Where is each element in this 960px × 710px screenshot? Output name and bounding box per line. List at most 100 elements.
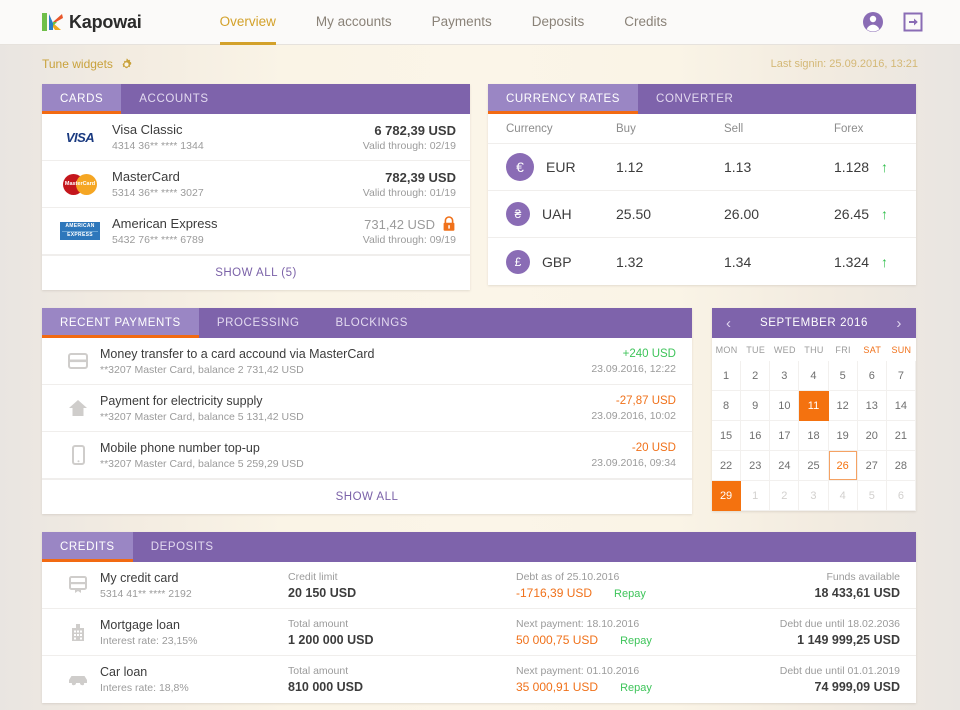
credit-debt-label: Debt as of 25.10.2016 — [516, 570, 620, 583]
brand-name: Kapowai — [69, 11, 142, 32]
calendar-day[interactable]: 5 — [857, 481, 887, 511]
building-icon — [72, 624, 84, 641]
brand-logo[interactable]: Kapowai — [42, 12, 142, 33]
nav-item-my-accounts[interactable]: My accounts — [316, 15, 392, 45]
repay-link[interactable]: Repay — [620, 635, 652, 647]
tab-credits[interactable]: CREDITS — [42, 532, 133, 562]
payment-subtitle: **3207 Master Card, balance 5 259,29 USD — [100, 457, 304, 470]
tab-converter[interactable]: CONVERTER — [638, 84, 751, 114]
calendar-day[interactable]: 20 — [857, 421, 887, 451]
calendar-day[interactable]: 6 — [886, 481, 916, 511]
repay-link[interactable]: Repay — [620, 682, 652, 694]
logout-icon[interactable] — [902, 11, 924, 33]
calendar-day[interactable]: 25 — [799, 451, 829, 481]
mobile-phone-icon — [71, 445, 85, 465]
credit-row[interactable]: My credit card 5314 41** **** 2192 Credi… — [42, 562, 916, 609]
cards-show-all-link[interactable]: SHOW ALL (5) — [42, 255, 470, 290]
calendar-day[interactable]: 3 — [799, 481, 829, 511]
credit-next-payment-value: 35 000,91 USD — [516, 680, 599, 694]
card-row[interactable]: VISA Visa Classic 4314 36** **** 1344 6 … — [42, 114, 470, 161]
currency-buy: 1.32 — [616, 253, 644, 270]
calendar-day[interactable]: 4 — [799, 361, 829, 391]
calendar-day[interactable]: 9 — [741, 391, 771, 421]
calendar-day[interactable]: 12 — [828, 391, 858, 421]
currency-code: EUR — [546, 159, 576, 175]
calendar-day[interactable]: 6 — [857, 361, 887, 391]
credit-next-payment-label: Next payment: 01.10.2016 — [516, 665, 640, 677]
payment-title: Payment for electricity supply — [100, 393, 263, 408]
currency-buy: 1.12 — [616, 159, 644, 175]
calendar-day[interactable]: 27 — [857, 451, 887, 481]
payment-date: 23.09.2016, 09:34 — [591, 456, 676, 469]
tab-accounts[interactable]: ACCOUNTS — [121, 84, 226, 114]
account-circle-icon[interactable] — [862, 11, 884, 33]
col-header-forex: Forex — [834, 122, 864, 135]
credit-total-value: 810 000 USD — [288, 680, 364, 694]
calendar-day[interactable]: 4 — [828, 481, 858, 511]
currency-rates-widget: CURRENCY RATES CONVERTER Currency Buy Se… — [488, 84, 916, 285]
currency-sell: 1.34 — [724, 253, 752, 270]
calendar-day[interactable]: 22 — [712, 451, 742, 481]
calendar-day[interactable]: 16 — [741, 421, 771, 451]
tab-blockings[interactable]: BLOCKINGS — [318, 308, 427, 338]
payment-row[interactable]: Mobile phone number top-up **3207 Master… — [42, 432, 692, 479]
tune-widgets-button[interactable]: Tune widgets — [42, 57, 133, 71]
card-row[interactable]: AMERICAN EXPRESS American Express 5432 76… — [42, 208, 470, 255]
calendar-day[interactable]: 17 — [770, 421, 800, 451]
calendar-day[interactable]: 28 — [886, 451, 916, 481]
calendar-day[interactable]: 8 — [712, 391, 742, 421]
tab-currency-rates[interactable]: CURRENCY RATES — [488, 84, 639, 114]
currency-sell: 26.00 — [724, 206, 760, 222]
calendar-day[interactable]: 10 — [770, 391, 800, 421]
calendar-day[interactable]: 14 — [886, 391, 916, 421]
calendar-day[interactable]: 1 — [712, 361, 742, 391]
calendar-day[interactable]: 19 — [828, 421, 858, 451]
tab-cards[interactable]: CARDS — [42, 84, 122, 114]
repay-link[interactable]: Repay — [614, 588, 646, 600]
calendar-day[interactable]: 15 — [712, 421, 742, 451]
credit-due-value: 1 149 999,25 USD — [797, 632, 900, 647]
calendar-day[interactable]: 11 — [799, 391, 829, 421]
chevron-left-icon[interactable]: ‹ — [722, 316, 736, 331]
calendar-weekday: SUN — [891, 344, 912, 355]
credit-row[interactable]: Mortgage loan Interest rate: 23,15% Tota… — [42, 609, 916, 656]
tab-deposits[interactable]: DEPOSITS — [133, 532, 232, 562]
nav-item-payments[interactable]: Payments — [432, 15, 492, 45]
cards-widget: CARDS ACCOUNTS VISA Visa Classic 4314 36… — [42, 84, 470, 290]
calendar-weekday: FRI — [835, 344, 851, 355]
payments-widget-tabs: RECENT PAYMENTS PROCESSING BLOCKINGS — [42, 308, 692, 338]
calendar-day[interactable]: 2 — [741, 361, 771, 391]
calendar-day[interactable]: 13 — [857, 391, 887, 421]
credits-widget-tabs: CREDITS DEPOSITS — [42, 532, 916, 562]
calendar-day[interactable]: 26 — [828, 451, 858, 481]
calendar-day-grid: 1 2 3 4 5 6 7 8 9 10 11 12 13 14 15 16 17 18 19 20 21 22 23 24 2… — [712, 361, 916, 511]
chevron-right-icon[interactable]: › — [892, 316, 906, 331]
calendar-day[interactable]: 18 — [799, 421, 829, 451]
calendar-day[interactable]: 7 — [886, 361, 916, 391]
payment-row[interactable]: Payment for electricity supply **3207 Ma… — [42, 385, 692, 432]
payment-row[interactable]: Money transfer to a card accound via Mas… — [42, 338, 692, 385]
payment-amount: +240 USD — [622, 347, 676, 360]
card-number: 4314 36** **** 1344 — [112, 140, 204, 153]
calendar-day[interactable]: 1 — [741, 481, 771, 511]
credit-card-icon — [69, 576, 87, 593]
card-row[interactable]: MasterCard MasterCard 5314 36** **** 302… — [42, 161, 470, 208]
credit-row[interactable]: Car loan Interes rate: 18,8% Total amoun… — [42, 656, 916, 703]
calendar-day[interactable]: 5 — [828, 361, 858, 391]
calendar-day[interactable]: 21 — [886, 421, 916, 451]
currency-forex: 1.128 — [834, 159, 870, 175]
credits-widget: CREDITS DEPOSITS My credit card 5314 41*… — [42, 532, 916, 703]
nav-item-overview[interactable]: Overview — [219, 15, 276, 45]
calendar-day[interactable]: 2 — [770, 481, 800, 511]
calendar-day[interactable]: 24 — [770, 451, 800, 481]
mastercard-logo-icon: MasterCard — [54, 173, 106, 195]
credit-total-value: 1 200 000 USD — [288, 632, 374, 647]
calendar-day[interactable]: 3 — [770, 361, 800, 391]
nav-item-deposits[interactable]: Deposits — [532, 15, 585, 45]
calendar-day[interactable]: 23 — [741, 451, 771, 481]
nav-item-credits[interactable]: Credits — [624, 15, 667, 45]
tab-recent-payments[interactable]: RECENT PAYMENTS — [42, 308, 199, 338]
payments-show-all-link[interactable]: SHOW ALL — [42, 479, 692, 514]
calendar-day[interactable]: 29 — [712, 481, 742, 511]
tab-processing[interactable]: PROCESSING — [199, 308, 318, 338]
